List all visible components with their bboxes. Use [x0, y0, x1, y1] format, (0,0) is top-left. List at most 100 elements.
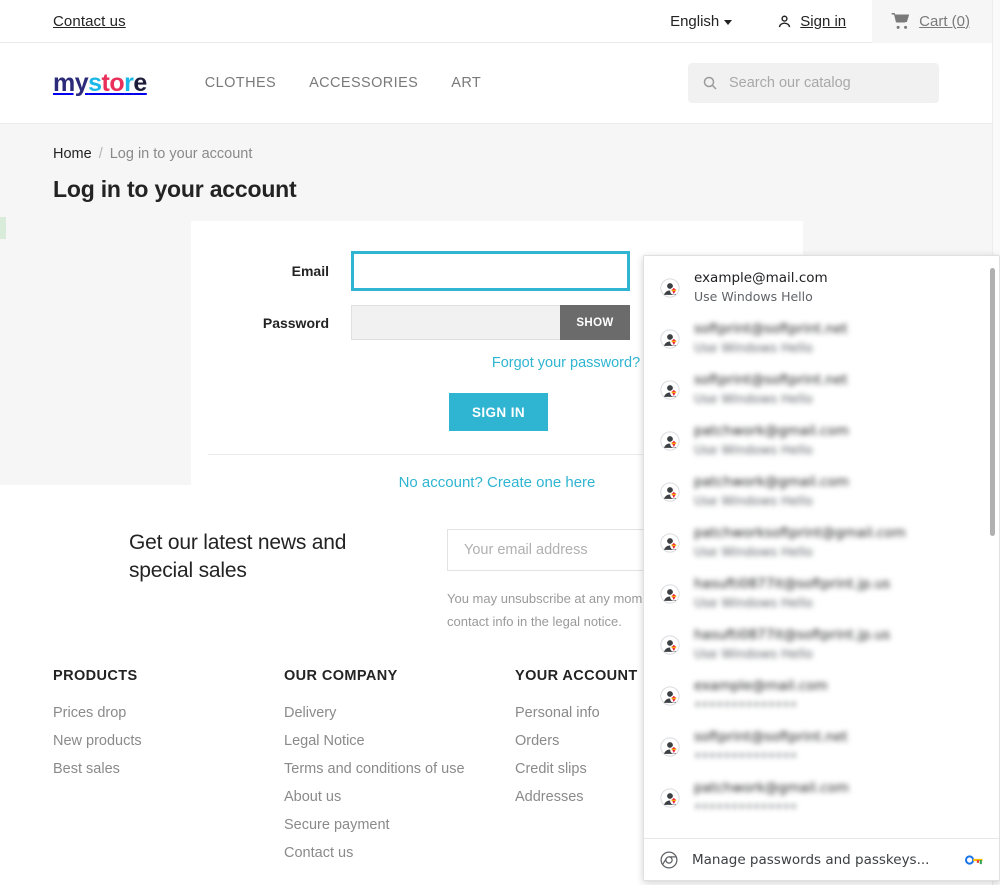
autofill-username: hasufti0877it@softprint.jp.us	[694, 626, 891, 643]
sign-in-label: Sign in	[800, 12, 847, 30]
autofill-subtitle: ••••••••••••••	[694, 748, 798, 764]
breadcrumb: Home / Log in to your account	[53, 146, 1000, 162]
autofill-subtitle: Use Windows Hello	[694, 595, 813, 611]
autofill-item[interactable]: hasufti0877it@softprint.jp.us Use Windows…	[644, 619, 999, 670]
autofill-scrollbar-thumb[interactable]	[990, 268, 995, 536]
credential-avatar-icon	[660, 430, 680, 451]
credential-avatar-icon	[660, 379, 680, 400]
email-label: Email	[291, 263, 329, 279]
page-root: Contact us English Sign in Cart (0) myst…	[0, 0, 1000, 885]
credential-avatar-icon	[660, 787, 680, 808]
footer-column-company: OUR COMPANY Delivery Legal Notice Terms …	[284, 668, 515, 873]
logo-part-2: s	[88, 68, 102, 97]
footer-link-delivery[interactable]: Delivery	[284, 705, 515, 721]
autofill-subtitle: Use Windows Hello	[694, 391, 813, 407]
autofill-subtitle: Use Windows Hello	[694, 340, 813, 356]
footer-heading-company: OUR COMPANY	[284, 667, 398, 684]
autofill-item[interactable]: softprint@softprint.net Use Windows Hello	[644, 313, 999, 364]
autofill-scrollbar-track[interactable]	[990, 262, 997, 834]
autofill-subtitle: Use Windows Hello	[694, 493, 813, 509]
search-box[interactable]	[688, 63, 939, 103]
autofill-username: patchworksoftprint@gmail.com	[694, 524, 906, 541]
autofill-username: example@mail.com	[694, 269, 828, 286]
autofill-username: patchwork@gmail.com	[694, 422, 849, 439]
footer-link-contact-us[interactable]: Contact us	[284, 845, 515, 861]
autofill-manage-passwords-row[interactable]: Manage passwords and passkeys...	[644, 838, 999, 880]
manage-passwords-label: Manage passwords and passkeys...	[692, 851, 930, 868]
email-input[interactable]	[351, 251, 630, 291]
sign-in-submit-button[interactable]: SIGN IN	[449, 393, 548, 431]
nav-item-art[interactable]: ART	[451, 75, 481, 91]
footer-link-prices-drop[interactable]: Prices drop	[53, 705, 284, 721]
language-selector[interactable]: English	[670, 12, 733, 30]
cart-button[interactable]: Cart (0)	[872, 0, 992, 43]
sign-in-link[interactable]: Sign in	[776, 13, 846, 30]
create-account-link[interactable]: No account? Create one here	[399, 474, 596, 491]
credential-avatar-icon	[660, 685, 680, 706]
credential-avatar-icon	[660, 532, 680, 553]
autofill-subtitle: Use Windows Hello	[694, 646, 813, 662]
footer-link-legal-notice[interactable]: Legal Notice	[284, 733, 515, 749]
autofill-username: patchwork@gmail.com	[694, 779, 849, 796]
autofill-item[interactable]: patchworksoftprint@gmail.com Use Windows …	[644, 517, 999, 568]
password-input[interactable]	[351, 305, 560, 340]
autofill-item[interactable]: patchwork@gmail.com Use Windows Hello	[644, 466, 999, 517]
search-input[interactable]	[729, 75, 925, 91]
autofill-username: softprint@softprint.net	[694, 320, 848, 337]
show-password-button[interactable]: SHOW	[560, 305, 630, 340]
footer-link-new-products[interactable]: New products	[53, 733, 284, 749]
password-autofill-dropdown[interactable]: example@mail.com Use Windows Hello softpr…	[643, 255, 1000, 881]
key-icon	[965, 854, 985, 866]
main-nav: CLOTHES ACCESSORIES ART	[205, 75, 481, 91]
breadcrumb-separator: /	[98, 146, 103, 162]
autofill-item[interactable]: patchwork@gmail.com ••••••••••••••	[644, 772, 999, 823]
nav-item-accessories[interactable]: ACCESSORIES	[309, 75, 418, 91]
autofill-subtitle: ••••••••••••••	[694, 697, 798, 713]
logo-part-1: my	[53, 68, 89, 97]
credential-avatar-icon	[660, 736, 680, 757]
credential-avatar-icon	[660, 481, 680, 502]
autofill-item[interactable]: hasufti0877it@softprint.jp.us Use Windows…	[644, 568, 999, 619]
nav-item-clothes[interactable]: CLOTHES	[205, 75, 276, 91]
left-edge-marker	[0, 217, 6, 239]
credential-avatar-icon	[660, 328, 680, 349]
password-label: Password	[262, 314, 329, 331]
logo-part-4: r	[124, 68, 134, 97]
breadcrumb-home[interactable]: Home	[53, 146, 92, 162]
logo-part-5: e	[133, 68, 147, 97]
newsletter-title: Get our latest news and special sales	[129, 531, 347, 583]
top-bar-right: English Sign in Cart (0)	[670, 0, 992, 43]
autofill-item[interactable]: patchwork@gmail.com Use Windows Hello	[644, 415, 999, 466]
autofill-item[interactable]: example@mail.com ••••••••••••••	[644, 670, 999, 721]
autofill-item[interactable]: example@mail.com Use Windows Hello	[644, 262, 999, 313]
page-title: Log in to your account	[53, 176, 297, 202]
autofill-subtitle: ••••••••••••••	[694, 799, 798, 815]
footer-link-secure-payment[interactable]: Secure payment	[284, 817, 515, 833]
autofill-item-list: example@mail.com Use Windows Hello softpr…	[644, 256, 999, 838]
cart-icon	[890, 12, 911, 31]
forgot-password-link[interactable]: Forgot your password?	[492, 355, 640, 371]
site-header: mystore CLOTHES ACCESSORIES ART	[0, 43, 992, 124]
footer-link-terms[interactable]: Terms and conditions of use	[284, 761, 515, 777]
autofill-username: hasufti0877it@softprint.jp.us	[694, 575, 891, 592]
site-logo[interactable]: mystore	[53, 69, 147, 98]
password-field-group: SHOW	[351, 305, 630, 340]
autofill-item[interactable]: softprint@softprint.net ••••••••••••••	[644, 721, 999, 772]
chrome-icon	[660, 850, 678, 869]
contact-us-link[interactable]: Contact us	[53, 13, 126, 30]
autofill-item[interactable]: softprint@softprint.net Use Windows Hello	[644, 364, 999, 415]
breadcrumb-band: Home / Log in to your account Log in to yo…	[0, 124, 1000, 217]
cart-label: Cart (0)	[919, 12, 970, 30]
autofill-subtitle: Use Windows Hello	[694, 442, 813, 458]
footer-link-about-us[interactable]: About us	[284, 789, 515, 805]
search-icon	[702, 75, 718, 91]
footer-link-best-sales[interactable]: Best sales	[53, 761, 284, 777]
language-label: English	[670, 12, 720, 30]
top-bar: Contact us English Sign in Cart (0)	[0, 0, 992, 43]
credential-avatar-icon	[660, 277, 680, 298]
autofill-username: softprint@softprint.net	[694, 371, 848, 388]
autofill-subtitle: Use Windows Hello	[694, 544, 813, 560]
user-icon	[776, 13, 793, 30]
chevron-down-icon	[724, 19, 733, 25]
autofill-subtitle: Use Windows Hello	[694, 289, 813, 305]
